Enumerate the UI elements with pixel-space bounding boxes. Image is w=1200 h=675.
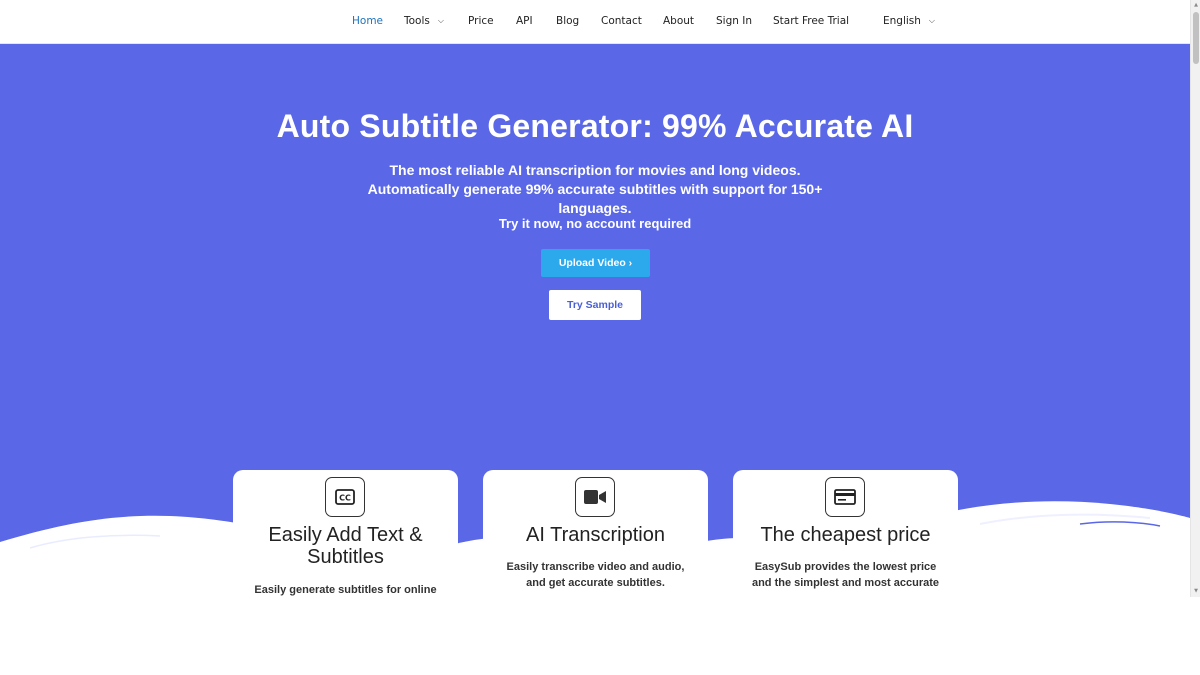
hero-title: Auto Subtitle Generator: 99% Accurate AI bbox=[276, 108, 914, 144]
nav-price-link[interactable]: Price bbox=[468, 14, 494, 28]
upload-video-button[interactable]: Upload Video › bbox=[541, 249, 650, 277]
nav-about-link[interactable]: About bbox=[663, 14, 694, 28]
nav-start-free-trial-link[interactable]: Start Free Trial bbox=[773, 14, 849, 28]
page-scrollbar[interactable]: ▲ ▼ bbox=[1190, 0, 1200, 597]
language-selector[interactable]: English ⌵ bbox=[883, 14, 935, 28]
hero-subtitle: The most reliable AI transcription for m… bbox=[367, 162, 823, 216]
nav-contact-link[interactable]: Contact bbox=[601, 14, 642, 28]
nav-api-link[interactable]: API bbox=[516, 14, 533, 28]
nav-sign-in-link[interactable]: Sign In bbox=[716, 14, 752, 28]
credit-card-icon bbox=[825, 477, 865, 517]
chevron-down-icon: ⌵ bbox=[928, 16, 935, 25]
closed-captions-icon: CC bbox=[325, 477, 365, 517]
top-navigation: Home Tools ⌵ Price API Blog Contact About… bbox=[0, 0, 1190, 44]
feature-title: The cheapest price bbox=[760, 524, 931, 546]
scroll-up-arrow-icon[interactable]: ▲ bbox=[1191, 2, 1200, 8]
hero-note: Try it now, no account required bbox=[498, 216, 692, 231]
nav-blog-link[interactable]: Blog bbox=[556, 14, 579, 28]
language-label: English bbox=[883, 15, 921, 27]
video-camera-icon bbox=[575, 477, 615, 517]
scroll-down-arrow-icon[interactable]: ▼ bbox=[1191, 588, 1200, 594]
chevron-down-icon: ⌵ bbox=[437, 16, 444, 25]
nav-tools-label: Tools bbox=[404, 15, 430, 27]
feature-description: Easily generate subtitles for online bbox=[254, 584, 437, 596]
feature-description: Easily transcribe video and audio, and g… bbox=[506, 561, 685, 589]
nav-tools-menu[interactable]: Tools ⌵ bbox=[404, 14, 444, 28]
nav-home-link[interactable]: Home bbox=[352, 14, 383, 28]
feature-card-subtitles: CC Easily Add Text & Subtitles Easily ge… bbox=[233, 470, 458, 597]
feature-card-price: The cheapest price EasySub provides the … bbox=[733, 470, 958, 597]
try-sample-button[interactable]: Try Sample bbox=[549, 290, 641, 320]
feature-card-transcription: AI Transcription Easily transcribe video… bbox=[483, 470, 708, 597]
scrollbar-thumb[interactable] bbox=[1193, 12, 1199, 64]
feature-description: EasySub provides the lowest price and th… bbox=[751, 561, 940, 589]
feature-title: AI Transcription bbox=[526, 524, 665, 546]
svg-text:CC: CC bbox=[339, 494, 351, 503]
feature-title: Easily Add Text & Subtitles bbox=[268, 524, 423, 568]
